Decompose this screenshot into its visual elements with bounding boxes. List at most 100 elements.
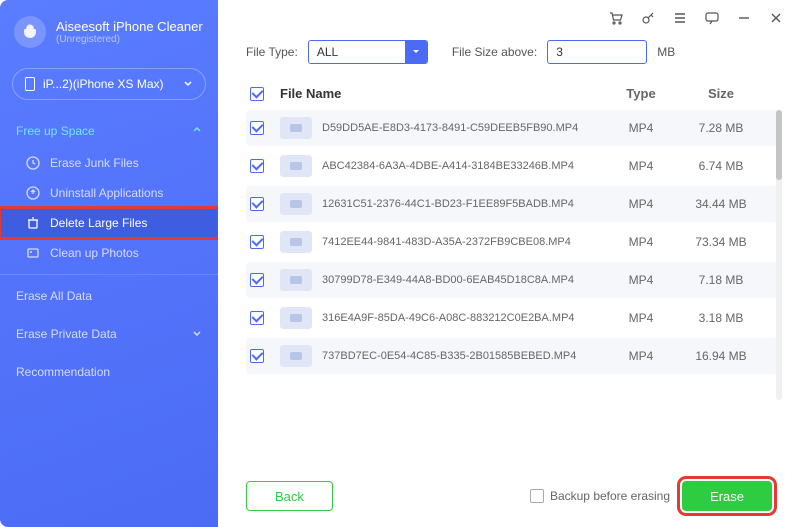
table-row[interactable]: ABC42384-6A3A-4DBE-A414-3184BE33246B.MP4…	[246, 148, 782, 184]
titlebar	[218, 0, 800, 36]
file-size: 3.18 MB	[676, 311, 766, 325]
file-size: 34.44 MB	[676, 197, 766, 211]
app-logo-icon	[14, 16, 46, 48]
video-thumb-icon	[280, 307, 312, 329]
key-icon[interactable]	[640, 10, 656, 26]
row-checkbox[interactable]	[250, 121, 264, 135]
delete-icon	[26, 216, 40, 230]
file-name: 7412EE44-9841-483D-A35A-2372FB9CBE08.MP4	[322, 236, 571, 248]
file-size-unit: MB	[657, 45, 675, 59]
select-all-checkbox[interactable]	[250, 87, 264, 101]
erase-button[interactable]: Erase	[682, 481, 772, 511]
clock-icon	[26, 156, 40, 170]
row-checkbox[interactable]	[250, 197, 264, 211]
nav-item-erase-junk[interactable]: Erase Junk Files	[0, 148, 218, 178]
file-name: ABC42384-6A3A-4DBE-A414-3184BE33246B.MP4	[322, 160, 574, 172]
row-checkbox[interactable]	[250, 349, 264, 363]
app-subtitle: (Unregistered)	[56, 34, 203, 45]
app-title: Aiseesoft iPhone Cleaner	[56, 19, 203, 34]
photos-icon	[26, 246, 40, 260]
brand-area: Aiseesoft iPhone Cleaner (Unregistered)	[0, 10, 218, 60]
nav-section-title: Free up Space	[16, 124, 95, 138]
nav-item-label: Delete Large Files	[50, 216, 147, 230]
chevron-down-icon	[192, 327, 202, 341]
nav-erase-all-data[interactable]: Erase All Data	[0, 277, 218, 315]
scrollbar-thumb[interactable]	[776, 110, 782, 180]
uninstall-icon	[26, 186, 40, 200]
table-body: D59DD5AE-E8D3-4173-8491-C59DEEB5FB90.MP4…	[246, 110, 782, 410]
row-checkbox[interactable]	[250, 273, 264, 287]
nav-link-label: Erase All Data	[16, 289, 92, 303]
filter-bar: File Type: ALL File Size above: 3 MB	[218, 36, 800, 78]
file-type: MP4	[606, 311, 676, 325]
dropdown-arrow-icon	[405, 41, 427, 63]
nav-recommendation[interactable]: Recommendation	[0, 353, 218, 391]
nav-item-label: Erase Junk Files	[50, 156, 139, 170]
back-button[interactable]: Back	[246, 481, 333, 511]
backup-label: Backup before erasing	[550, 489, 670, 503]
video-thumb-icon	[280, 345, 312, 367]
video-thumb-icon	[280, 117, 312, 139]
file-name: 12631C51-2376-44C1-BD23-F1EE89F5BADB.MP4	[322, 198, 574, 210]
file-size-input[interactable]: 3	[547, 40, 647, 64]
row-checkbox[interactable]	[250, 159, 264, 173]
header-size[interactable]: Size	[676, 86, 766, 101]
file-type: MP4	[606, 159, 676, 173]
file-size: 6.74 MB	[676, 159, 766, 173]
device-label: iP...2)(iPhone XS Max)	[43, 77, 164, 91]
header-type[interactable]: Type	[606, 86, 676, 101]
nav-item-delete-large-files[interactable]: Delete Large Files	[0, 208, 218, 238]
file-type-label: File Type:	[246, 45, 298, 59]
cart-icon[interactable]	[608, 10, 624, 26]
nav-item-clean-photos[interactable]: Clean up Photos	[0, 238, 218, 268]
file-table: File Name Type Size D59DD5AE-E8D3-4173-8…	[218, 78, 800, 467]
file-type-value: ALL	[317, 45, 338, 59]
table-row[interactable]: 30799D78-E349-44A8-BD00-6EAB45D18C8A.MP4…	[246, 262, 782, 298]
row-checkbox[interactable]	[250, 311, 264, 325]
table-row[interactable]: D59DD5AE-E8D3-4173-8491-C59DEEB5FB90.MP4…	[246, 110, 782, 146]
chevron-down-icon	[183, 77, 193, 91]
scrollbar[interactable]	[776, 110, 782, 400]
table-row[interactable]: 316E4A9F-85DA-49C6-A08C-883212C0E2BA.MP4…	[246, 300, 782, 336]
nav-link-label: Recommendation	[16, 365, 110, 379]
device-selector[interactable]: iP...2)(iPhone XS Max)	[12, 68, 206, 100]
phone-icon	[25, 77, 35, 91]
file-size-label: File Size above:	[452, 45, 537, 59]
file-type: MP4	[606, 197, 676, 211]
feedback-icon[interactable]	[704, 10, 720, 26]
table-header: File Name Type Size	[246, 78, 782, 110]
video-thumb-icon	[280, 231, 312, 253]
backup-before-erasing-checkbox[interactable]: Backup before erasing	[530, 489, 670, 503]
table-row[interactable]: 737BD7EC-0E54-4C85-B335-2B01585BEBED.MP4…	[246, 338, 782, 374]
nav-item-label: Uninstall Applications	[50, 186, 163, 200]
file-type-select[interactable]: ALL	[308, 40, 428, 64]
file-name: 737BD7EC-0E54-4C85-B335-2B01585BEBED.MP4	[322, 350, 576, 362]
nav-erase-private-data[interactable]: Erase Private Data	[0, 315, 218, 353]
file-type: MP4	[606, 349, 676, 363]
file-size: 73.34 MB	[676, 235, 766, 249]
video-thumb-icon	[280, 155, 312, 177]
file-name: D59DD5AE-E8D3-4173-8491-C59DEEB5FB90.MP4	[322, 122, 578, 134]
chevron-up-icon	[192, 122, 202, 140]
nav-link-label: Erase Private Data	[16, 327, 117, 341]
sidebar: Aiseesoft iPhone Cleaner (Unregistered) …	[0, 0, 218, 527]
table-row[interactable]: 12631C51-2376-44C1-BD23-F1EE89F5BADB.MP4…	[246, 186, 782, 222]
menu-icon[interactable]	[672, 10, 688, 26]
row-checkbox[interactable]	[250, 235, 264, 249]
header-name[interactable]: File Name	[280, 86, 606, 101]
file-size: 7.18 MB	[676, 273, 766, 287]
close-icon[interactable]	[768, 10, 784, 26]
nav-item-uninstall[interactable]: Uninstall Applications	[0, 178, 218, 208]
file-size-value: 3	[556, 45, 563, 59]
file-size: 7.28 MB	[676, 121, 766, 135]
nav-section-free-up-space[interactable]: Free up Space	[0, 108, 218, 148]
minimize-icon[interactable]	[736, 10, 752, 26]
file-type: MP4	[606, 273, 676, 287]
table-row[interactable]: 7412EE44-9841-483D-A35A-2372FB9CBE08.MP4…	[246, 224, 782, 260]
file-name: 30799D78-E349-44A8-BD00-6EAB45D18C8A.MP4	[322, 274, 574, 286]
file-size: 16.94 MB	[676, 349, 766, 363]
main-panel: File Type: ALL File Size above: 3 MB Fil…	[218, 0, 800, 527]
video-thumb-icon	[280, 193, 312, 215]
nav-item-label: Clean up Photos	[50, 246, 139, 260]
footer-bar: Back Backup before erasing Erase	[218, 467, 800, 527]
